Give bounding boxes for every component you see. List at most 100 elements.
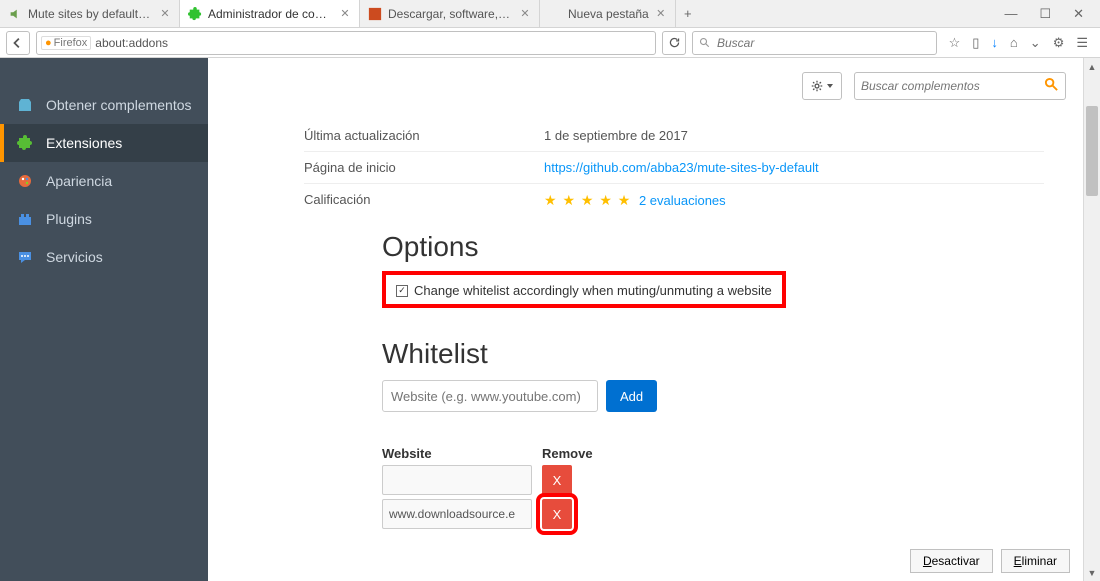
homepage-link[interactable]: https://github.com/abba23/mute-sites-by-… [544, 160, 819, 175]
puzzle-icon [16, 134, 34, 152]
addon-options-panel: Options ✓ Change whitelist accordingly w… [382, 231, 1038, 529]
whitelist-add-button[interactable]: Add [606, 380, 657, 412]
vertical-scrollbar[interactable]: ▲ ▼ [1083, 58, 1100, 581]
search-bar[interactable] [692, 31, 937, 55]
url-bar[interactable]: ● Firefox about:addons [36, 31, 656, 55]
close-icon[interactable]: ✕ [339, 8, 351, 20]
sidebar-item-label: Plugins [46, 211, 92, 227]
table-header: Website Remove [382, 446, 1038, 461]
sidebar-item-get-addons[interactable]: Obtener complementos [0, 86, 208, 124]
addon-search-input[interactable] [861, 79, 1044, 93]
remove-entry-button[interactable]: X [542, 499, 572, 529]
whitelist-site-input[interactable] [382, 380, 598, 412]
checkbox-checked-icon[interactable]: ✓ [396, 285, 408, 297]
search-icon[interactable] [1044, 77, 1059, 95]
close-icon[interactable]: ✕ [159, 8, 171, 20]
bookmark-star-icon[interactable]: ☆ [949, 35, 961, 51]
tools-menu-button[interactable] [802, 72, 842, 100]
blank-icon [548, 7, 562, 21]
downloads-icon[interactable]: ↓ [991, 35, 998, 50]
url-text: about:addons [95, 36, 168, 50]
search-input[interactable] [717, 36, 930, 50]
col-header-remove: Remove [542, 446, 612, 461]
scroll-down-button[interactable]: ▼ [1084, 564, 1100, 581]
meta-label: Última actualización [304, 128, 544, 143]
browser-tab[interactable]: Mute sites by default :: C… ✕ [0, 0, 180, 27]
sidebar-item-label: Extensiones [46, 135, 122, 151]
pocket-icon[interactable]: ⌄ [1030, 35, 1041, 51]
dev-icon[interactable]: ⚙ [1053, 35, 1065, 51]
sidebar-item-extensions[interactable]: Extensiones [0, 124, 208, 162]
tab-label: Nueva pestaña [568, 7, 649, 21]
remove-button[interactable]: EEliminarliminar [1001, 549, 1070, 573]
browser-tab[interactable]: Descargar, software, control… ✕ [360, 0, 540, 27]
meta-label: Calificación [304, 192, 544, 209]
sidebar-item-label: Apariencia [46, 173, 112, 189]
whitelist-sync-option[interactable]: ✓ Change whitelist accordingly when muti… [396, 283, 772, 298]
tab-label: Mute sites by default :: C… [28, 7, 153, 21]
addon-detail-pane: Última actualización 1 de septiembre de … [208, 58, 1100, 581]
remove-entry-button[interactable]: X [542, 465, 572, 495]
palette-icon [16, 172, 34, 190]
sidebar-toggle-icon[interactable]: ▯ [972, 35, 979, 51]
whitelist-entry-input[interactable] [382, 499, 532, 529]
whitelist-entry-input[interactable] [382, 465, 532, 495]
meta-row-rating: Calificación ★ ★ ★ ★ ★ 2 evaluaciones [304, 184, 1044, 217]
table-row: X [382, 465, 1038, 495]
site-icon [368, 7, 382, 21]
nav-bar: ● Firefox about:addons ☆ ▯ ↓ ⌂ ⌄ ⚙ ☰ [0, 28, 1100, 58]
table-row: X [382, 499, 1038, 529]
store-icon [16, 96, 34, 114]
addon-footer-buttons: DDesactivaresactivar EEliminarliminar [910, 549, 1070, 573]
meta-value: 1 de septiembre de 2017 [544, 128, 1044, 143]
addon-search-box[interactable] [854, 72, 1066, 100]
reload-button[interactable] [662, 31, 686, 55]
col-header-website: Website [382, 446, 542, 461]
whitelist-add-row: Add [382, 380, 1038, 412]
new-tab-button[interactable]: + [676, 0, 700, 27]
firefox-icon: ● [45, 37, 52, 49]
sidebar-item-label: Servicios [46, 249, 103, 265]
back-button[interactable] [6, 31, 30, 55]
lego-icon [16, 210, 34, 228]
window-controls: — ☐ ✕ [988, 0, 1100, 27]
tab-strip: Mute sites by default :: C… ✕ Administra… [0, 0, 988, 27]
identity-box[interactable]: ● Firefox [41, 36, 91, 50]
scroll-up-button[interactable]: ▲ [1084, 58, 1100, 75]
whitelist-title: Whitelist [382, 338, 1038, 370]
gear-icon [810, 79, 824, 93]
maximize-button[interactable]: ☐ [1039, 6, 1051, 22]
content-area: Obtener complementos Extensiones Aparien… [0, 58, 1100, 581]
tab-label: Descargar, software, control… [388, 7, 513, 21]
reviews-link[interactable]: 2 evaluaciones [639, 193, 726, 208]
scroll-thumb[interactable] [1086, 106, 1098, 196]
home-icon[interactable]: ⌂ [1010, 35, 1018, 50]
identity-label: Firefox [54, 37, 88, 49]
disable-button[interactable]: DDesactivaresactivar [910, 549, 993, 573]
chevron-down-icon [826, 82, 834, 90]
highlight-annotation: ✓ Change whitelist accordingly when muti… [382, 271, 786, 308]
sidebar-item-plugins[interactable]: Plugins [0, 200, 208, 238]
browser-tab[interactable]: Administrador de complem… ✕ [180, 0, 360, 27]
sidebar-item-services[interactable]: Servicios [0, 238, 208, 276]
close-icon[interactable]: ✕ [519, 8, 531, 20]
meta-row-last-update: Última actualización 1 de septiembre de … [304, 120, 1044, 152]
addon-meta-table: Última actualización 1 de septiembre de … [304, 120, 1044, 217]
sidebar-item-appearance[interactable]: Apariencia [0, 162, 208, 200]
checkbox-label: Change whitelist accordingly when muting… [414, 283, 772, 298]
sidebar-item-label: Obtener complementos [46, 97, 192, 113]
meta-label: Página de inicio [304, 160, 544, 175]
whitelist-table: Website Remove X X [382, 446, 1038, 529]
chat-icon [16, 248, 34, 266]
toolbar-icons: ☆ ▯ ↓ ⌂ ⌄ ⚙ ☰ [943, 35, 1094, 51]
puzzle-icon [188, 7, 202, 21]
close-window-button[interactable]: ✕ [1073, 6, 1084, 22]
title-bar: Mute sites by default :: C… ✕ Administra… [0, 0, 1100, 28]
close-icon[interactable]: ✕ [655, 8, 667, 20]
menu-icon[interactable]: ☰ [1076, 35, 1088, 51]
star-rating: ★ ★ ★ ★ ★ [544, 192, 631, 208]
addons-sidebar: Obtener complementos Extensiones Aparien… [0, 58, 208, 581]
browser-tab[interactable]: Nueva pestaña ✕ [540, 0, 676, 27]
tab-label: Administrador de complem… [208, 7, 333, 21]
minimize-button[interactable]: — [1004, 6, 1017, 21]
